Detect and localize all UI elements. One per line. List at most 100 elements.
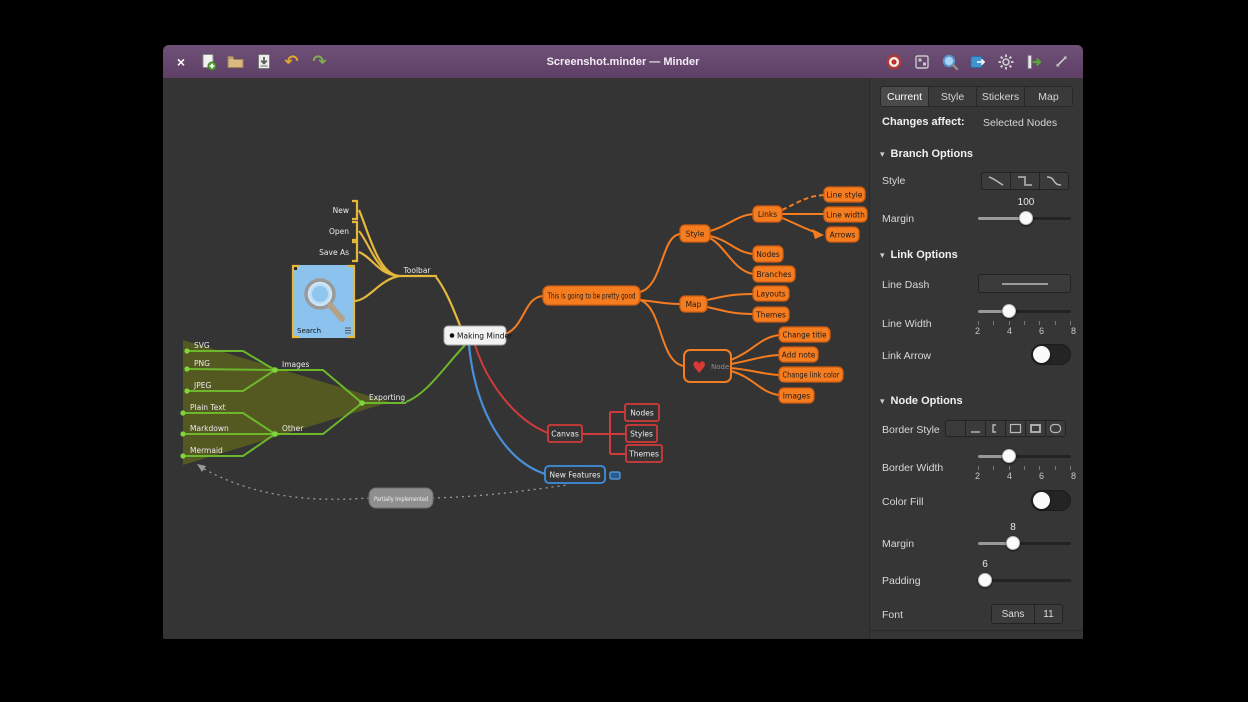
line-dash-button[interactable] [978, 274, 1071, 293]
link-options-header[interactable]: ▾Link Options [880, 249, 958, 261]
border-style-bracket-button[interactable] [985, 420, 1006, 437]
svg-text:New Features: New Features [550, 471, 601, 480]
node-new-features[interactable]: New Features [545, 466, 605, 483]
node-map[interactable]: Map [680, 296, 707, 312]
node-links[interactable]: Links [753, 206, 782, 222]
border-style-none-button[interactable] [945, 420, 966, 437]
node-change-title[interactable]: Change title [779, 327, 830, 342]
tab-style[interactable]: Style [928, 86, 977, 107]
branch-style-straight-button[interactable] [981, 172, 1011, 190]
line-width-tick-labels: 2468 [975, 326, 1076, 336]
changes-affect-label: Changes affect: [882, 116, 965, 128]
node-save-as[interactable]: Save As [319, 248, 349, 257]
branch-options-header[interactable]: ▾Branch Options [880, 148, 973, 160]
node-exporting[interactable]: Exporting [369, 393, 405, 402]
svg-text:Links: Links [758, 210, 777, 219]
save-file-icon[interactable] [254, 52, 273, 71]
node-options-header[interactable]: ▾Node Options [880, 395, 963, 407]
border-style-square-thick-button[interactable] [1025, 420, 1046, 437]
svg-text:Styles: Styles [630, 430, 653, 439]
node-themes[interactable]: Themes [753, 307, 789, 322]
new-document-icon[interactable] [198, 52, 217, 71]
node-branches[interactable]: Branches [753, 266, 795, 282]
node-pretty-good[interactable]: This is going to be pretty good [543, 286, 640, 305]
node-change-link-color[interactable]: Change link color [779, 367, 843, 382]
close-button[interactable]: × [173, 54, 189, 70]
node-layouts[interactable]: Layouts [753, 286, 789, 301]
settings-icon[interactable] [996, 52, 1015, 71]
tab-current[interactable]: Current [880, 86, 929, 107]
node-new[interactable]: New [333, 206, 349, 215]
border-style-underline-button[interactable] [965, 420, 986, 437]
node-partially-implemented[interactable]: Partially Implemented [369, 488, 433, 508]
node-canvas[interactable]: Canvas [548, 425, 582, 442]
zoom-search-icon[interactable] [940, 52, 959, 71]
node-root[interactable]: Making Minder [444, 326, 513, 345]
focus-mode-icon[interactable] [884, 52, 903, 71]
node-markdown[interactable]: Markdown [190, 424, 229, 433]
expander-icon: ▾ [880, 250, 885, 260]
node-mermaid[interactable]: Mermaid [190, 446, 223, 455]
node-open[interactable]: Open [329, 227, 349, 236]
solid-line-glyph [1002, 283, 1048, 285]
svg-text:Themes: Themes [628, 450, 659, 459]
expander-icon: ▾ [880, 149, 885, 159]
svg-text:Node: Node [711, 363, 729, 371]
dashed-link-mermaid [199, 466, 369, 499]
fullscreen-icon[interactable] [1052, 52, 1071, 71]
node-style[interactable]: Style [680, 225, 710, 242]
changes-affect-value[interactable]: Selected Nodes [983, 117, 1057, 129]
branch-margin-label: Margin [882, 213, 914, 225]
branch-style-squared-button[interactable] [1010, 172, 1040, 190]
svg-text:Nodes: Nodes [630, 409, 654, 418]
node-line-style[interactable]: Line style [824, 187, 865, 202]
tab-stickers[interactable]: Stickers [976, 86, 1025, 107]
font-family-button[interactable]: Sans [991, 604, 1035, 624]
node-arrows[interactable]: Arrows [826, 227, 859, 242]
border-style-rounded-button[interactable] [1045, 420, 1066, 437]
node-canvas-themes[interactable]: Themes [626, 445, 662, 462]
link-chip-icon[interactable] [610, 472, 620, 479]
svg-text:Themes: Themes [755, 311, 786, 320]
link-arrow-toggle[interactable] [1031, 344, 1071, 365]
expander-icon: ▾ [880, 396, 885, 406]
node-other[interactable]: Other [282, 424, 304, 433]
node-plain-text[interactable]: Plain Text [190, 403, 226, 412]
node-jpeg[interactable]: JPEG [193, 381, 211, 390]
node-heart-node[interactable]: ♥ Node [684, 350, 731, 382]
branch-margin-slider[interactable] [978, 211, 1071, 225]
svg-text:Change title: Change title [783, 331, 827, 340]
export-share-icon[interactable] [1024, 52, 1043, 71]
border-width-slider[interactable] [978, 449, 1071, 463]
branch-style-curved-button[interactable] [1039, 172, 1069, 190]
undo-icon[interactable]: ↶ [282, 52, 301, 71]
node-canvas-nodes[interactable]: Nodes [625, 404, 659, 421]
font-size-button[interactable]: 11 [1034, 604, 1063, 624]
open-folder-icon[interactable] [226, 52, 245, 71]
node-images-orange[interactable]: Images [779, 388, 814, 403]
map-overview-icon[interactable] [912, 52, 931, 71]
color-fill-toggle[interactable] [1031, 490, 1071, 511]
export-image-icon[interactable] [968, 52, 987, 71]
tab-map[interactable]: Map [1024, 86, 1073, 107]
node-canvas-styles[interactable]: Styles [626, 425, 657, 442]
node-margin-slider[interactable] [978, 536, 1071, 550]
heart-icon: ♥ [692, 358, 706, 377]
link-arrow-label: Link Arrow [882, 350, 931, 362]
mindmap-canvas[interactable]: Toolbar New Open Save As Search [163, 78, 870, 639]
node-line-width[interactable]: Line width [824, 207, 867, 222]
redo-icon[interactable]: ↷ [310, 52, 329, 71]
node-add-note[interactable]: Add note [779, 347, 818, 362]
node-images-export[interactable]: Images [282, 360, 309, 369]
padding-slider[interactable] [978, 573, 1071, 587]
node-png[interactable]: PNG [194, 359, 210, 368]
node-search[interactable]: Search [292, 265, 355, 338]
line-width-slider[interactable] [978, 304, 1071, 318]
svg-text:Layouts: Layouts [756, 290, 785, 299]
node-nodes[interactable]: Nodes [753, 246, 783, 262]
node-toolbar[interactable]: Toolbar [402, 266, 431, 275]
node-svg[interactable]: SVG [194, 341, 210, 350]
border-style-square-button[interactable] [1005, 420, 1026, 437]
node-margin-value: 8 [1010, 522, 1016, 533]
font-group: Sans 11 [991, 604, 1063, 624]
